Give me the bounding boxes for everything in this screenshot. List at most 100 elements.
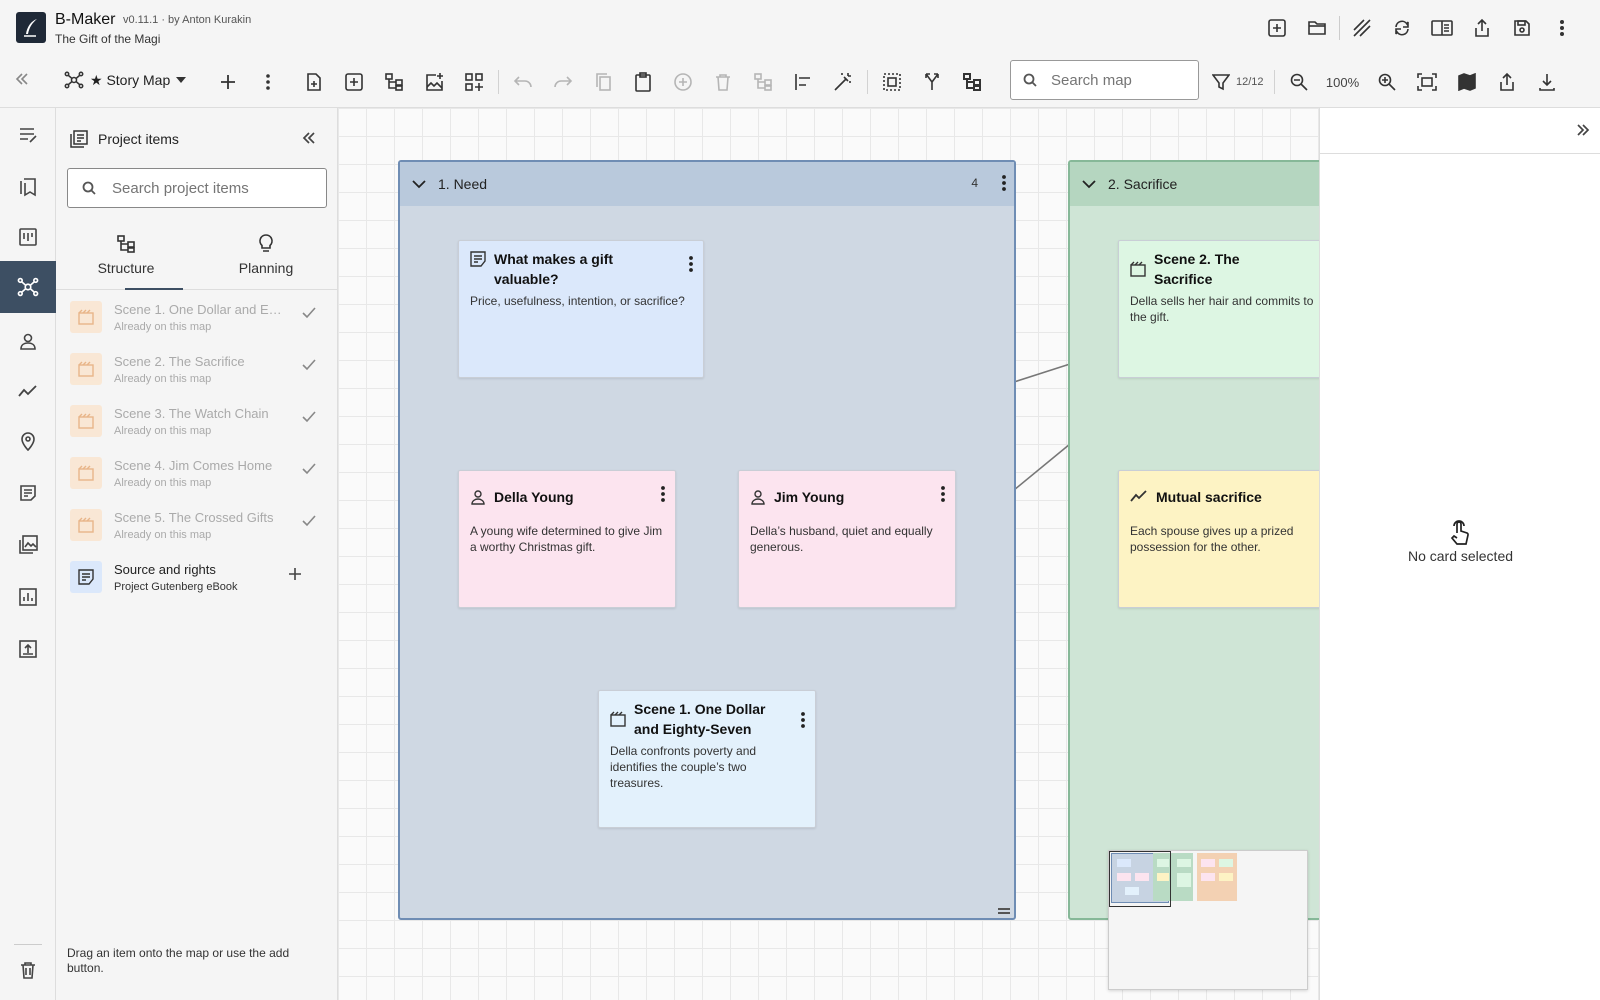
add-structure-icon[interactable]	[374, 67, 414, 97]
list-item[interactable]: Scene 1. One Dollar and Eighty-Seven Cen…	[70, 291, 330, 343]
card-title: Scene 1. One Dollar and Eighty-Seven Ce.…	[634, 701, 766, 737]
list-item[interactable]: Scene 4. Jim Comes Home Already on this m…	[70, 447, 330, 499]
map-menu-icon[interactable]	[248, 67, 288, 97]
card-description: Each spouse gives up a prized possession…	[1130, 524, 1294, 554]
connection-line[interactable]	[1013, 363, 1071, 383]
fit-to-screen-icon[interactable]	[1407, 67, 1447, 97]
collapse-panel-icon[interactable]	[301, 130, 317, 146]
story-map-icon[interactable]	[0, 261, 56, 313]
board-icon[interactable]	[0, 213, 56, 261]
ungroup-icon[interactable]	[743, 67, 783, 97]
export-box-icon[interactable]	[0, 625, 56, 673]
zoom-in-icon[interactable]	[1367, 67, 1407, 97]
add-image-icon[interactable]	[414, 67, 454, 97]
card-mutual-sacrifice[interactable]: Mutual sacrifice Each spouse gives up a …	[1118, 470, 1319, 608]
undo-icon[interactable]	[503, 67, 543, 97]
copy-icon[interactable]	[583, 67, 623, 97]
zoom-level[interactable]: 100%	[1319, 75, 1367, 90]
collapse-rail-icon[interactable]	[14, 71, 30, 87]
minimap-card	[1219, 859, 1233, 867]
stats-icon[interactable]	[0, 573, 56, 621]
open-folder-icon[interactable]	[1297, 14, 1337, 42]
trash-icon[interactable]	[0, 950, 56, 990]
map-selector[interactable]: ★ Story Map	[64, 70, 187, 90]
card-menu-icon[interactable]	[689, 255, 693, 273]
merge-icon[interactable]	[912, 67, 952, 97]
minimap-viewport[interactable]	[1109, 851, 1171, 907]
card-jim-young[interactable]: Jim Young Della’s husband, quiet and equ…	[738, 470, 956, 608]
filter-icon[interactable]	[1206, 67, 1236, 97]
add-group-icon[interactable]	[334, 67, 374, 97]
paste-icon[interactable]	[623, 67, 663, 97]
texture-icon[interactable]	[1342, 14, 1382, 42]
redo-icon[interactable]	[543, 67, 583, 97]
add-link-icon[interactable]	[663, 67, 703, 97]
group-header[interactable]: 1. Need	[400, 162, 1014, 206]
card-menu-icon[interactable]	[661, 485, 665, 503]
group-header[interactable]: 2. Sacrifice	[1070, 162, 1319, 206]
chevron-down-icon[interactable]	[1082, 179, 1096, 189]
zoom-out-icon[interactable]	[1279, 67, 1319, 97]
add-map-icon[interactable]	[208, 67, 248, 97]
card-menu-icon[interactable]	[801, 711, 805, 729]
search-map-input[interactable]	[1051, 71, 1181, 89]
list-item[interactable]: Scene 5. The Crossed Gifts Already on thi…	[70, 499, 330, 551]
list-item[interactable]: Source and rights Project Gutenberg eBook	[70, 551, 330, 603]
arc-icon	[1130, 489, 1148, 503]
card-scene-1[interactable]: Scene 1. One Dollar and Eighty-Seven Ce.…	[598, 690, 816, 828]
characters-icon[interactable]	[0, 317, 56, 365]
download-icon[interactable]	[1527, 67, 1567, 97]
align-icon[interactable]	[783, 67, 823, 97]
tab-structure[interactable]: Structure	[56, 220, 196, 290]
bookmarks-icon[interactable]	[0, 163, 56, 211]
connection-line[interactable]	[1013, 443, 1071, 491]
project-search-input[interactable]	[112, 179, 312, 197]
scene-icon	[70, 457, 102, 489]
add-item-icon[interactable]	[288, 567, 302, 581]
new-project-icon[interactable]	[1257, 14, 1297, 42]
active-tab-indicator	[125, 288, 183, 290]
add-grid-icon[interactable]	[454, 67, 494, 97]
card-scene-2[interactable]: Scene 2. The Sacrifice Della sells her h…	[1118, 240, 1319, 378]
share-icon[interactable]	[1487, 67, 1527, 97]
card-della-young[interactable]: Della Young A young wife determined to g…	[458, 470, 676, 608]
card-description: A young wife determined to give Jim a wo…	[470, 524, 663, 554]
item-status: Already on this map	[114, 372, 212, 385]
select-all-icon[interactable]	[872, 67, 912, 97]
magic-wand-icon[interactable]	[823, 67, 863, 97]
minimap-toggle-icon[interactable]	[1447, 67, 1487, 97]
sync-icon[interactable]	[1382, 14, 1422, 42]
group-sacrifice[interactable]: 2. Sacrifice Scene 2. The Sacrifice Dell…	[1068, 160, 1319, 920]
hierarchy-icon[interactable]	[952, 67, 992, 97]
card-menu-icon[interactable]	[941, 485, 945, 503]
locations-icon[interactable]	[0, 417, 56, 465]
map-name: ★ Story Map	[90, 71, 171, 88]
more-icon[interactable]	[1542, 14, 1582, 42]
chevron-down-icon[interactable]	[412, 179, 426, 189]
export-icon[interactable]	[1462, 14, 1502, 42]
notes-icon[interactable]	[0, 469, 56, 517]
group-need[interactable]: 1. Need 4 What makes a gift valuable? Pr…	[398, 160, 1016, 920]
outline-icon[interactable]	[0, 111, 56, 159]
note-icon	[70, 561, 102, 593]
save-icon[interactable]	[1502, 14, 1542, 42]
images-icon[interactable]	[0, 521, 56, 569]
card-what-makes-a-gift-valuable[interactable]: What makes a gift valuable? Price, usefu…	[458, 240, 704, 378]
minimap[interactable]	[1108, 850, 1308, 990]
project-search-field[interactable]	[67, 168, 327, 208]
group-menu-icon[interactable]	[1002, 174, 1006, 192]
tab-planning[interactable]: Planning	[196, 220, 336, 290]
navigation-rail	[0, 108, 56, 1000]
delete-icon[interactable]	[703, 67, 743, 97]
check-icon	[302, 463, 316, 475]
resize-handle[interactable]	[998, 908, 1010, 914]
expand-panel-icon[interactable]	[1575, 122, 1591, 138]
list-item[interactable]: Scene 2. The Sacrifice Already on this ma…	[70, 343, 330, 395]
new-card-icon[interactable]	[294, 67, 334, 97]
search-map-field[interactable]	[1010, 60, 1199, 100]
arcs-icon[interactable]	[0, 367, 56, 415]
panel-header: Project items	[70, 130, 179, 148]
panel-title: Project items	[98, 131, 179, 147]
split-view-icon[interactable]	[1422, 14, 1462, 42]
list-item[interactable]: Scene 3. The Watch Chain Already on this …	[70, 395, 330, 447]
